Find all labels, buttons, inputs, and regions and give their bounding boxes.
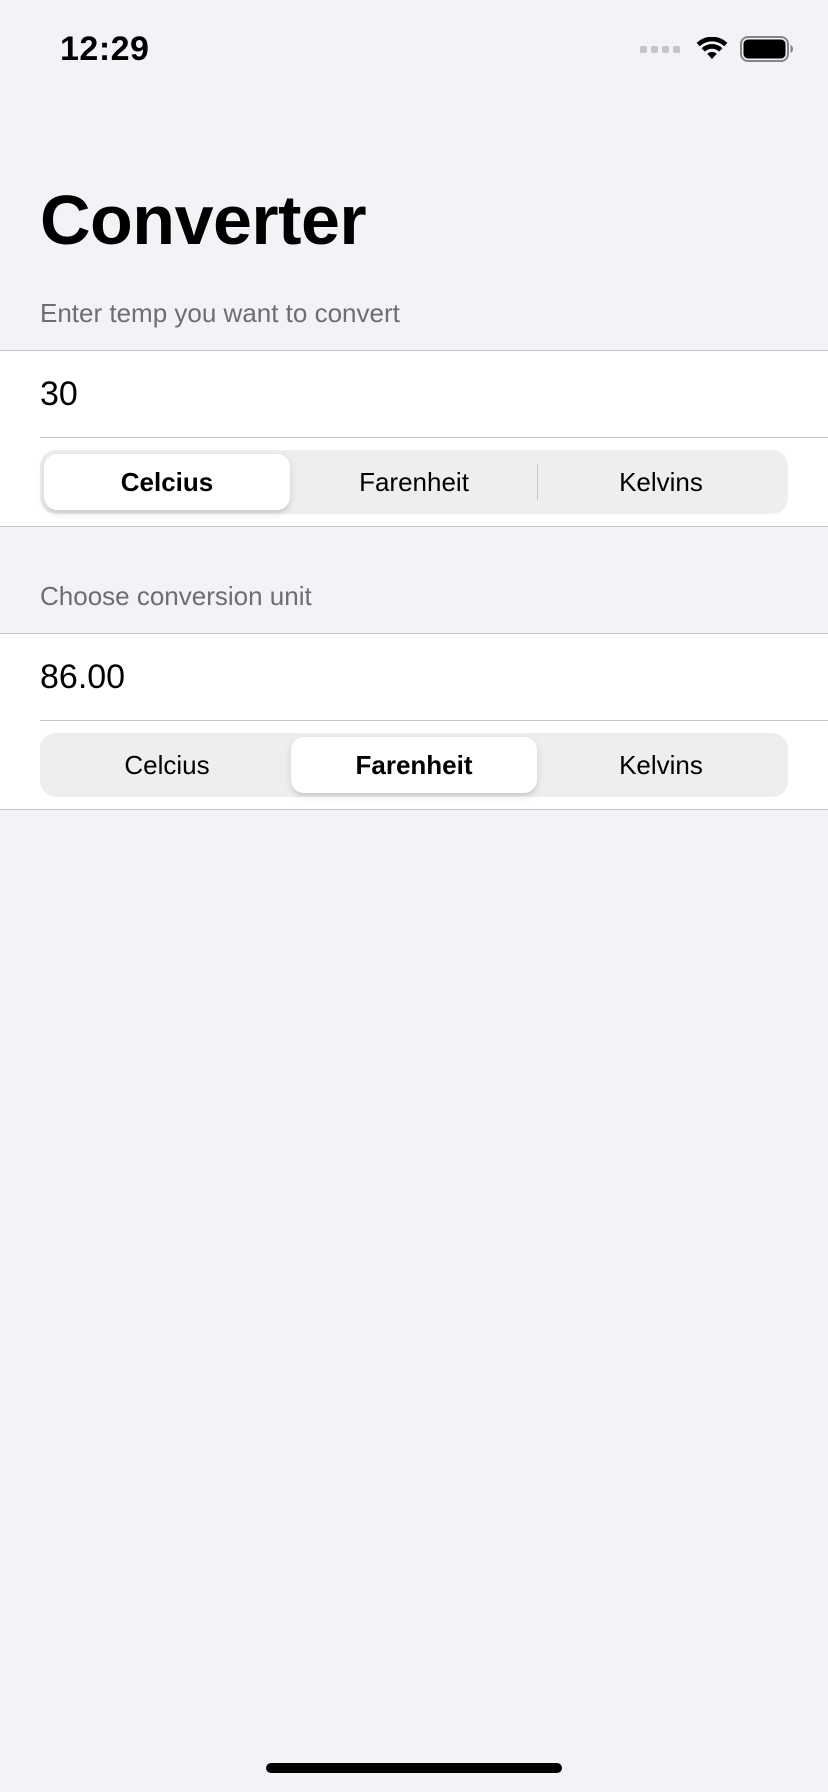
output-unit-farenheit[interactable]: Farenheit (291, 737, 537, 793)
page-title: Converter (40, 181, 367, 259)
output-section-group: 86.00 Celcius Farenheit Kelvins (0, 633, 828, 810)
home-indicator[interactable] (266, 1763, 562, 1773)
output-section-header: Choose conversion unit (40, 581, 312, 611)
output-unit-row: Celcius Farenheit Kelvins (0, 721, 828, 809)
output-unit-segmented-control[interactable]: Celcius Farenheit Kelvins (40, 733, 788, 797)
status-time: 12:29 (60, 30, 150, 68)
status-icons (640, 36, 794, 62)
status-bar: 12:29 (0, 0, 828, 100)
cellular-signal-icon (640, 45, 680, 53)
input-unit-farenheit[interactable]: Farenheit (291, 454, 537, 510)
output-unit-celcius[interactable]: Celcius (44, 737, 290, 793)
converted-value: 86.00 (40, 634, 828, 721)
wifi-icon (696, 37, 728, 59)
battery-icon (740, 36, 793, 62)
input-unit-kelvins[interactable]: Kelvins (538, 454, 784, 510)
input-unit-celcius[interactable]: Celcius (44, 454, 290, 510)
input-unit-segmented-control[interactable]: Celcius Farenheit Kelvins (40, 450, 788, 514)
input-unit-row: Celcius Farenheit Kelvins (0, 438, 828, 526)
output-unit-kelvins[interactable]: Kelvins (538, 737, 784, 793)
input-section-group: 30 Celcius Farenheit Kelvins (0, 350, 828, 527)
temperature-input[interactable]: 30 (40, 351, 828, 438)
input-section-header: Enter temp you want to convert (40, 298, 400, 328)
